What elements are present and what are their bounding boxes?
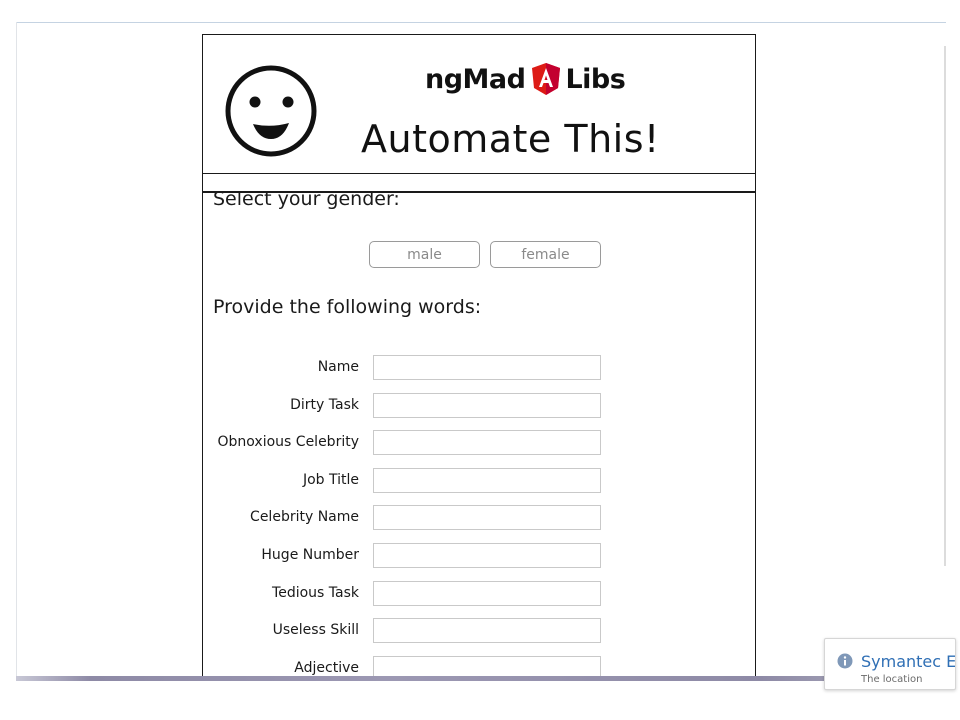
page-title: Automate This!: [361, 117, 660, 161]
field-row-job-title: Job Title: [203, 468, 755, 494]
gender-prompt: Select your gender:: [213, 188, 400, 210]
field-label-useless-skill: Useless Skill: [272, 622, 359, 638]
words-prompt: Provide the following words:: [213, 296, 482, 318]
scrollbar-track[interactable]: [944, 46, 946, 566]
app-header: ngMad Libs Automate This!: [203, 35, 755, 174]
field-label-celebrity-name: Celebrity Name: [250, 509, 359, 525]
field-row-tedious-task: Tedious Task: [203, 581, 755, 607]
job-title-input[interactable]: [373, 468, 601, 493]
smiley-face-icon: [225, 65, 317, 157]
obnoxious-celebrity-input[interactable]: [373, 430, 601, 455]
notification-toast[interactable]: Symantec E The location: [824, 638, 956, 690]
taskbar-edge: [16, 676, 946, 681]
field-row-huge-number: Huge Number: [203, 543, 755, 569]
field-label-tedious-task: Tedious Task: [272, 585, 359, 601]
field-row-celebrity-name: Celebrity Name: [203, 505, 755, 531]
female-button[interactable]: female: [490, 241, 601, 268]
field-row-useless-skill: Useless Skill: [203, 618, 755, 644]
gender-selector: male female: [369, 241, 601, 268]
celebrity-name-input[interactable]: [373, 505, 601, 530]
info-icon: [837, 653, 853, 669]
browser-viewport: ngMad Libs Automate This! Select your ge…: [0, 0, 960, 720]
dirty-task-input[interactable]: [373, 393, 601, 418]
male-button[interactable]: male: [369, 241, 480, 268]
notification-title: Symantec E: [861, 652, 956, 671]
field-label-job-title: Job Title: [302, 472, 359, 488]
field-label-name: Name: [317, 359, 359, 375]
field-label-adjective: Adjective: [294, 660, 359, 676]
notification-subtitle: The location: [861, 674, 923, 685]
mad-libs-app: ngMad Libs Automate This! Select your ge…: [202, 34, 756, 676]
field-label-huge-number: Huge Number: [261, 547, 359, 563]
field-row-obnoxious-celebrity: Obnoxious Celebrity: [203, 430, 755, 456]
brand-logo: ngMad Libs: [425, 59, 626, 99]
left-divider: [16, 22, 17, 680]
tedious-task-input[interactable]: [373, 581, 601, 606]
field-label-dirty-task: Dirty Task: [290, 397, 359, 413]
top-divider: [16, 22, 946, 23]
brand-text-right: Libs: [565, 63, 626, 95]
field-row-dirty-task: Dirty Task: [203, 393, 755, 419]
adjective-input[interactable]: [373, 656, 601, 676]
field-row-adjective: Adjective: [203, 656, 755, 676]
angular-shield-icon: [532, 63, 561, 95]
field-row-name: Name: [203, 355, 755, 381]
huge-number-input[interactable]: [373, 543, 601, 568]
name-input[interactable]: [373, 355, 601, 380]
field-label-obnoxious-celebrity: Obnoxious Celebrity: [217, 434, 359, 450]
useless-skill-input[interactable]: [373, 618, 601, 643]
brand-text-left: ngMad: [425, 63, 526, 95]
